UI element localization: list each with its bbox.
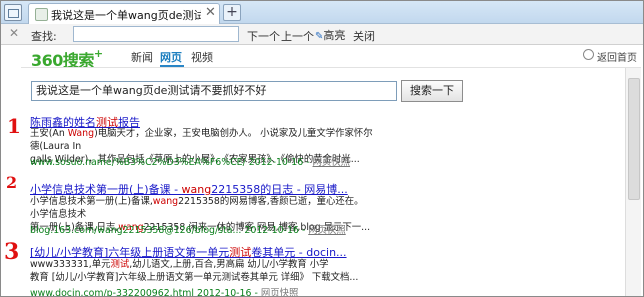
page-icon (35, 8, 48, 21)
nav-news[interactable]: 新闻 (131, 49, 153, 65)
result-url-1: www.sosuo.name/%B3%C2%D3%EA%F6%CE/ 2012-… (30, 157, 351, 168)
snapshot-link[interactable]: 网页快照 (308, 225, 346, 236)
find-input[interactable] (73, 26, 239, 42)
home-icon[interactable] (583, 49, 594, 60)
result-url-2: blog.163.com/wang2215358@126/blog/sta...… (30, 225, 346, 236)
new-tab-button[interactable]: + (223, 4, 241, 21)
desc-text: www333331,单元 (30, 259, 111, 270)
desc-text: 王安(An (30, 128, 68, 139)
scrollbar[interactable] (625, 68, 641, 296)
find-label: 查找: (31, 30, 57, 43)
findbar-close-icon[interactable]: ✕ (9, 26, 19, 40)
snapshot-link[interactable]: 网页快照 (261, 288, 299, 296)
snapshot-link[interactable]: 网页快照 (313, 157, 351, 168)
active-tab[interactable]: 我说这是一个单wang页de测试请不... ✕ (28, 3, 220, 24)
logo-plus: + (93, 47, 103, 60)
annotation-mark-2: 2 (6, 173, 18, 192)
url-text: www.docin.com/p-332200962.html 2012-10-1… (30, 288, 252, 297)
result-url-3: www.docin.com/p-332200962.html 2012-10-1… (30, 288, 299, 297)
highlight-button[interactable]: ✎高亮 (315, 27, 345, 43)
header-divider (21, 67, 641, 68)
url-text: www.sosuo.name/%B3%C2%D3%EA%F6%CE/ 2012-… (30, 157, 304, 168)
find-prev-button[interactable]: 上一个 (281, 28, 314, 44)
highlight-label: 高亮 (323, 29, 346, 42)
tab-bar: 我说这是一个单wang页de测试请不... ✕ + (1, 1, 643, 24)
desc-text: 小学信息技术第一册(上)备课, (30, 196, 153, 207)
nav-video[interactable]: 视频 (191, 49, 213, 65)
result-desc-line: 小学信息技术第一册(上)备课,wang2215358的网易博客,香颜已逝，童心还… (30, 195, 375, 221)
desc-highlight: wang (152, 196, 179, 207)
desc-highlight: Wang (67, 128, 95, 139)
desc-text: ,幼儿语文,上册,百合,男高扁 幼儿/小学教育 小学 (129, 259, 329, 270)
tab-close-icon[interactable]: ✕ (205, 5, 216, 20)
annotation-mark-1: 1 (7, 114, 21, 138)
result-desc-line: 教育 [幼儿/小学教育]六年级上册语文第一单元测试卷其单元 详细》 下载文档..… (30, 272, 359, 283)
find-next-button[interactable]: 下一个 (247, 28, 280, 44)
window-menu-icon[interactable] (4, 4, 22, 21)
desc-highlight: 测试 (110, 259, 130, 270)
search-input[interactable]: 我说这是一个单wang页de测试请不要抓好不好 (31, 81, 397, 101)
scrollbar-thumb[interactable] (628, 78, 640, 200)
nav-web[interactable]: 网页 (160, 49, 182, 65)
result-desc-line: 王安(An Wang)电脑天才，企业家，王安电脑创办人。 小说家及儿童文学作家怀… (30, 127, 375, 153)
search-button[interactable]: 搜索一下 (401, 80, 463, 102)
tab-title: 我说这是一个单wang页de测试请不... (51, 9, 201, 22)
url-text: blog.163.com/wang2215358@126/blog/sta...… (30, 225, 299, 236)
find-bar: ✕ 查找: 下一个 上一个 ✎高亮 关闭 (1, 24, 643, 45)
findbar-close-button[interactable]: 关闭 (353, 28, 375, 44)
annotation-mark-3: 3 (4, 239, 20, 265)
back-home-link[interactable]: 返回首页 (597, 49, 637, 64)
result-desc-3: www333331,单元测试,幼儿语文,上册,百合,男高扁 幼儿/小学教育 小学… (30, 258, 375, 284)
browser-window: 我说这是一个单wang页de测试请不... ✕ + ✕ 查找: 下一个 上一个 … (0, 0, 644, 297)
result-desc-line: www333331,单元测试,幼儿语文,上册,百合,男高扁 幼儿/小学教育 小学 (30, 258, 375, 271)
